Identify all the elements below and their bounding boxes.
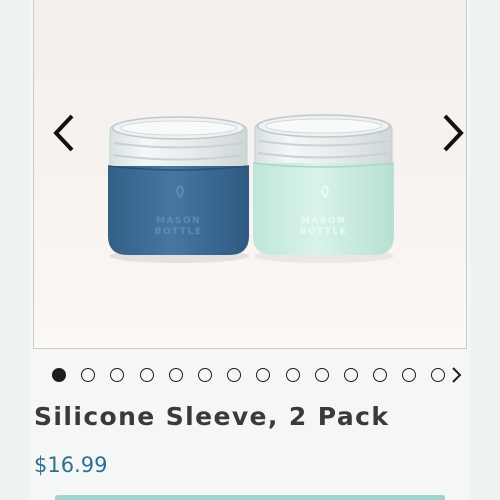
pagination-dot[interactable] xyxy=(431,368,446,382)
right-margin xyxy=(470,0,500,500)
gallery-prev-button[interactable] xyxy=(44,108,84,158)
pagination-dot[interactable] xyxy=(402,368,417,382)
pagination-dot[interactable] xyxy=(373,368,388,382)
mint-jar-logo-text-2: BOTTLE xyxy=(300,227,348,237)
pagination-dot[interactable] xyxy=(256,368,271,382)
pagination-dot[interactable] xyxy=(227,368,242,382)
pagination-dot[interactable] xyxy=(81,368,96,382)
pagination-dot[interactable] xyxy=(139,368,154,382)
pagination-dot[interactable] xyxy=(168,368,183,382)
left-margin xyxy=(0,0,30,500)
pagination-dot[interactable] xyxy=(314,368,329,382)
pagination-next-button[interactable] xyxy=(450,366,464,384)
pagination-dot[interactable] xyxy=(197,368,212,382)
gallery-pagination xyxy=(52,365,461,385)
pagination-dot[interactable] xyxy=(52,368,66,382)
product-gallery: MASON BOTTLE MASON BOTTLE xyxy=(33,0,467,349)
product-price: $16.99 xyxy=(34,453,108,477)
chevron-right-icon xyxy=(452,367,462,383)
mint-jar: MASON BOTTLE xyxy=(252,114,395,255)
product-image: MASON BOTTLE MASON BOTTLE xyxy=(107,114,395,263)
blue-jar-logo-text-1: MASON xyxy=(156,216,201,226)
pagination-dot[interactable] xyxy=(285,368,300,382)
gallery-next-button[interactable] xyxy=(433,108,473,158)
chevron-right-icon xyxy=(443,114,464,152)
product-title: Silicone Sleeve, 2 Pack xyxy=(34,402,390,431)
blue-jar-logo-text-2: BOTTLE xyxy=(155,227,203,237)
mint-jar-logo-text-1: MASON xyxy=(301,216,346,226)
add-to-cart-button-edge[interactable] xyxy=(55,495,445,500)
pagination-dot[interactable] xyxy=(110,368,125,382)
chevron-left-icon xyxy=(53,114,74,152)
blue-jar: MASON BOTTLE xyxy=(107,116,250,255)
pagination-dot[interactable] xyxy=(343,368,358,382)
